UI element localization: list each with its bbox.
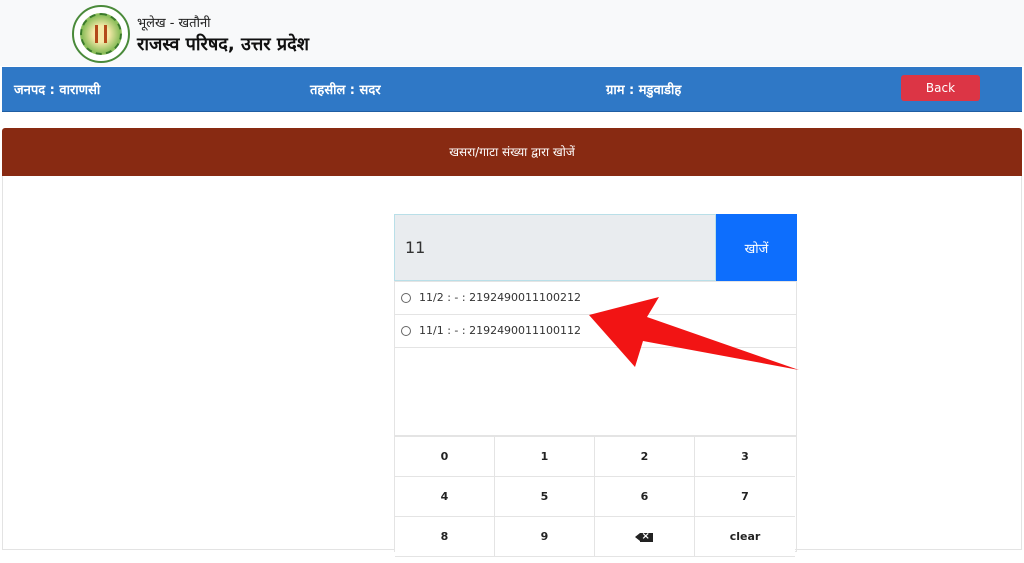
result-label: 11/1 : - : 2192490011100112 (419, 324, 582, 337)
key-6[interactable]: 6 (595, 477, 695, 517)
backspace-key[interactable] (595, 517, 695, 557)
clear-key[interactable]: clear (695, 517, 795, 557)
emblem-seal-icon (72, 5, 130, 63)
tehsil-label: तहसील : सदर (310, 83, 381, 98)
backspace-icon (634, 529, 653, 545)
key-5[interactable]: 5 (495, 477, 595, 517)
key-8[interactable]: 8 (395, 517, 495, 557)
key-4[interactable]: 4 (395, 477, 495, 517)
header-subtitle: भूलेख - खतौनी (137, 16, 211, 31)
red-arrow-shape (589, 297, 799, 370)
key-7[interactable]: 7 (695, 477, 795, 517)
location-info-bar: जनपद : वाराणसी तहसील : सदर ग्राम : मडुवा… (2, 67, 1022, 112)
radio-button[interactable] (401, 293, 411, 303)
district-label: जनपद : वाराणसी (14, 83, 101, 98)
search-button[interactable]: खोजें (716, 214, 797, 281)
red-arrow-icon (589, 297, 799, 370)
village-label: ग्राम : मडुवाडीह (606, 83, 682, 98)
key-0[interactable]: 0 (395, 437, 495, 477)
section-title: खसरा/गाटा संख्या द्वारा खोजें (2, 128, 1022, 176)
app-header: भूलेख - खतौनी राजस्व परिषद, उत्तर प्रदेश (0, 0, 1024, 66)
key-3[interactable]: 3 (695, 437, 795, 477)
key-2[interactable]: 2 (595, 437, 695, 477)
numeric-keypad: 0 1 2 3 4 5 6 7 8 9 clear (394, 436, 797, 557)
key-1[interactable]: 1 (495, 437, 595, 477)
search-input[interactable] (394, 214, 716, 281)
radio-button[interactable] (401, 326, 411, 336)
back-button[interactable]: Back (901, 75, 980, 101)
result-label: 11/2 : - : 2192490011100212 (419, 291, 582, 304)
key-9[interactable]: 9 (495, 517, 595, 557)
header-title: राजस्व परिषद, उत्तर प्रदेश (137, 34, 309, 55)
